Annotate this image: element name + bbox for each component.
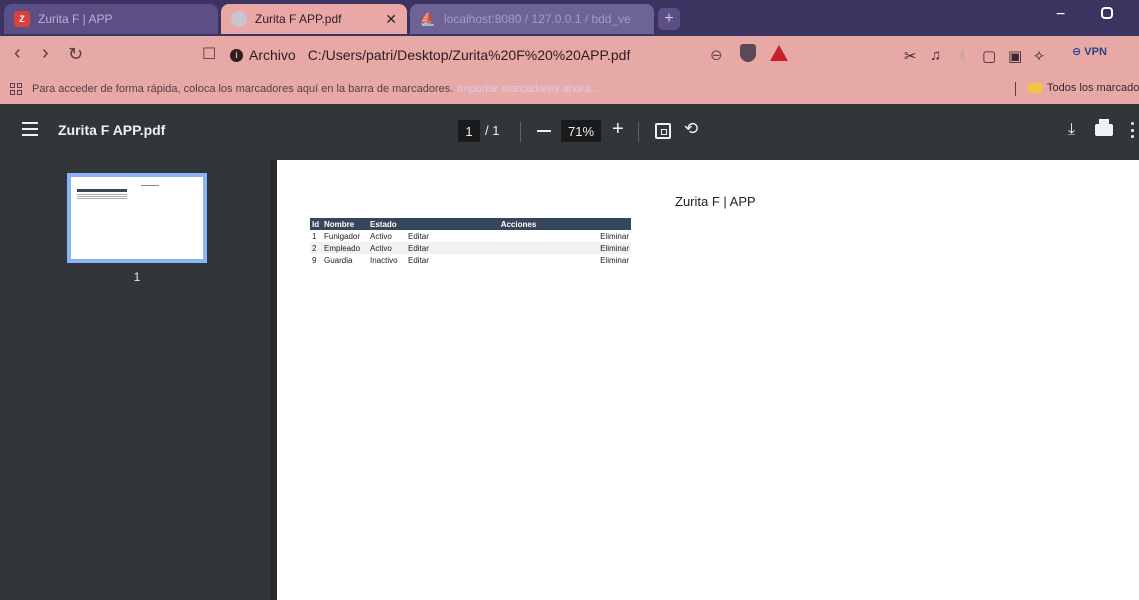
extensions-icon[interactable]: ✂	[904, 47, 917, 65]
data-table: Id Nombre Estado Acciones 1 Funigador Ac…	[310, 218, 631, 266]
cell-id: 2	[310, 242, 322, 254]
cell-nombre: Guardia	[324, 255, 353, 265]
column-header: Id	[310, 218, 322, 230]
table-row: 2 Empleado Activo Editar Eliminar	[310, 242, 631, 254]
phpmyadmin-icon: ⛵	[419, 11, 437, 26]
pdf-filename: Zurita F APP.pdf	[58, 122, 166, 138]
security-label: Archivo	[249, 47, 296, 63]
pdf-page: Zurita F | APP Id Nombre Estado Acciones…	[277, 160, 1139, 600]
print-icon[interactable]	[1095, 119, 1113, 136]
minimize-button[interactable]: −	[1056, 6, 1065, 24]
tab-pdf-active[interactable]: Zurita F APP.pdf ✕	[221, 4, 407, 34]
zoom-out-button[interactable]	[537, 130, 551, 132]
table-header-row: Id Nombre Estado Acciones	[310, 218, 631, 230]
column-header: Acciones	[406, 218, 631, 230]
page-total: / 1	[485, 123, 500, 138]
tab-strip: Z Zurita F | APP Zurita F APP.pdf ✕ ⛵ lo…	[0, 0, 1139, 36]
document-title: Zurita F | APP	[675, 194, 756, 209]
rotate-icon[interactable]: ⟲	[684, 119, 698, 139]
tab-zurita-app[interactable]: Z Zurita F | APP	[4, 4, 218, 34]
toolbar-divider	[520, 122, 521, 142]
leo-ai-icon[interactable]: ⟡	[1034, 47, 1044, 64]
address-bar[interactable]: i Archivo C:/Users/patri/Desktop/Zurita%…	[230, 41, 810, 69]
app-favicon-icon: Z	[14, 11, 30, 27]
tab-phpmyadmin[interactable]: ⛵ localhost:8080 / 127.0.0.1 / bdd_ve	[410, 4, 654, 34]
column-header: Nombre	[322, 218, 368, 230]
cell-editar: Editar	[408, 255, 429, 265]
globe-icon	[231, 11, 247, 27]
cell-id: 1	[312, 231, 317, 241]
download-icon[interactable]: ⤓	[1068, 121, 1075, 139]
more-options-icon[interactable]	[1131, 122, 1134, 138]
menu-icon[interactable]	[22, 122, 38, 136]
cell-eliminar: Eliminar	[502, 242, 631, 254]
downloads-icon[interactable]: ⬇	[956, 47, 969, 65]
sidebar-icon[interactable]: ▢	[982, 47, 996, 65]
pdf-toolbar: Zurita F APP.pdf 1 / 1 71% + ⟲ ⤓	[0, 104, 1139, 160]
cell-editar: Editar	[408, 231, 429, 241]
maximize-button[interactable]	[1101, 7, 1113, 19]
import-bookmarks-link[interactable]: Importar marcadores ahora...	[457, 83, 599, 95]
back-button[interactable]: ‹	[14, 43, 21, 63]
vpn-button[interactable]: ⊖ VPN	[1072, 45, 1107, 58]
cell-eliminar: Eliminar	[600, 255, 629, 265]
column-header: Estado	[368, 218, 406, 230]
media-icon[interactable]: ♫	[930, 47, 941, 64]
reload-button[interactable]: ↻	[68, 44, 83, 64]
zoom-level-input[interactable]: 71%	[561, 120, 601, 142]
url-text[interactable]: C:/Users/patri/Desktop/Zurita%20F%20%20A…	[308, 47, 631, 63]
forward-button[interactable]: ›	[42, 43, 49, 63]
info-icon[interactable]: i	[230, 48, 243, 62]
new-tab-button[interactable]: +	[658, 8, 680, 30]
apps-grid-icon[interactable]	[10, 83, 22, 95]
toolbar-divider	[638, 122, 639, 142]
bookmarks-bar: Para acceder de forma rápida, coloca los…	[0, 74, 1139, 104]
cell-editar: Editar	[406, 242, 503, 254]
bookmarks-divider	[1015, 82, 1016, 96]
table-row: 1 Funigador Activo Editar Eliminar	[310, 230, 631, 242]
thumbnail-page-number: 1	[133, 270, 141, 284]
wallet-icon[interactable]: ▣	[1008, 47, 1022, 65]
cell-id: 9	[312, 255, 317, 265]
zoom-icon[interactable]: ⊖	[710, 46, 723, 64]
fit-page-icon[interactable]	[655, 123, 671, 139]
cell-estado: Inactivo	[370, 255, 398, 265]
folder-icon	[1028, 83, 1042, 93]
all-bookmarks-label: Todos los marcado	[1047, 82, 1139, 94]
brave-rewards-icon[interactable]	[770, 45, 788, 61]
page-thumbnail[interactable]	[67, 173, 207, 263]
bookmark-page-icon[interactable]: ☐	[202, 45, 216, 65]
bookmarks-hint: Para acceder de forma rápida, coloca los…	[32, 83, 454, 95]
zoom-in-button[interactable]: +	[612, 119, 624, 139]
page-number-input[interactable]: 1	[458, 120, 480, 142]
tab-label: Zurita F APP.pdf	[255, 12, 342, 26]
sidebar-divider[interactable]	[270, 160, 277, 600]
all-bookmarks-folder[interactable]: Todos los marcado	[1028, 82, 1139, 94]
cell-eliminar: Eliminar	[600, 231, 629, 241]
cell-nombre: Funigador	[324, 231, 361, 241]
close-tab-icon[interactable]: ✕	[385, 11, 397, 28]
tab-label: localhost:8080 / 127.0.0.1 / bdd_ve	[444, 12, 631, 26]
cell-nombre: Empleado	[322, 242, 368, 254]
thumbnail-sidebar: 1	[0, 160, 270, 600]
brave-shields-icon[interactable]	[740, 44, 756, 62]
tab-label: Zurita F | APP	[38, 12, 113, 26]
table-row: 9 Guardia Inactivo Editar Eliminar	[310, 254, 631, 266]
cell-estado: Activo	[368, 242, 406, 254]
cell-estado: Activo	[370, 231, 392, 241]
browser-toolbar: ‹ › ↻ ☐ i Archivo C:/Users/patri/Desktop…	[0, 36, 1139, 74]
